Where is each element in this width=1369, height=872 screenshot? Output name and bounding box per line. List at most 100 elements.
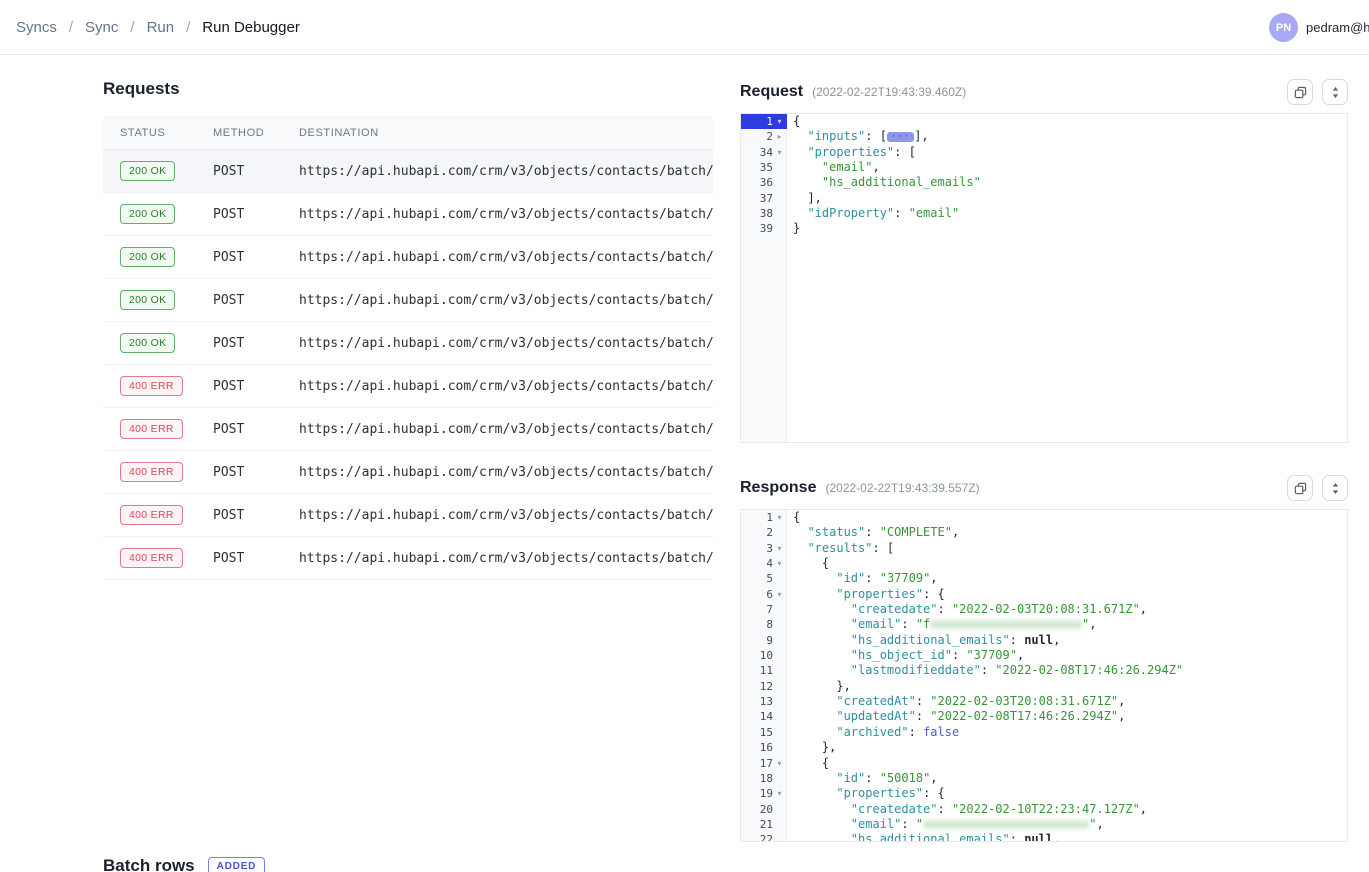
gutter-line-number[interactable]: 18 [741,771,787,786]
destination-cell: https://api.hubapi.com/crm/v3/objects/co… [299,379,713,394]
table-row[interactable]: 200 OKPOSThttps://api.hubapi.com/crm/v3/… [103,322,713,365]
gutter-line-number[interactable]: 10 [741,648,787,663]
gutter-line-number[interactable]: 13 [741,694,787,709]
status-badge: 200 OK [120,247,175,267]
request-expand-button[interactable] [1322,79,1348,105]
code-punct: : [865,525,879,539]
table-row[interactable]: 200 OKPOSThttps://api.hubapi.com/crm/v3/… [103,193,713,236]
code-content: "idProperty": "email" [787,206,1347,221]
destination-cell: https://api.hubapi.com/crm/v3/objects/co… [299,551,713,566]
fold-open-icon[interactable]: ▾ [773,756,786,771]
user-menu[interactable]: PN pedram@hig [1269,13,1369,42]
code-punct: , [930,571,937,585]
gutter-line-number[interactable]: 9 [741,633,787,648]
response-timestamp: (2022-02-22T19:43:39.557Z) [825,481,979,495]
code-punct: , [1140,802,1147,816]
code-punct: : [865,571,879,585]
fold-open-icon[interactable]: ▾ [773,556,786,571]
fold-open-icon[interactable]: ▾ [773,510,786,525]
code-line: 12 }, [741,679,1347,694]
avatar[interactable]: PN [1269,13,1298,42]
gutter-filler [741,237,787,442]
fold-closed-icon[interactable]: ▸ [773,129,786,144]
code-line: 10 "hs_object_id": "37709", [741,648,1347,663]
breadcrumb-sync[interactable]: Sync [85,19,118,36]
code-punct [793,771,836,785]
destination-cell: https://api.hubapi.com/crm/v3/objects/co… [299,422,713,437]
code-punct: ], [914,129,928,143]
gutter-line-number[interactable]: 19▾ [741,786,787,801]
fold-open-icon[interactable]: ▾ [773,114,786,129]
fold-open-icon[interactable]: ▾ [773,587,786,602]
json-string: "2022-02-03T20:08:31.671Z" [952,602,1140,616]
gutter-line-number[interactable]: 34▾ [741,145,787,160]
code-content: "properties": { [787,786,1347,801]
gutter-line-number[interactable]: 39 [741,221,787,236]
gutter-line-number[interactable]: 36 [741,175,787,190]
code-punct [793,175,822,189]
collapsed-content-pill[interactable]: ··· [887,132,914,142]
breadcrumb-separator: / [186,19,190,36]
request-copy-button[interactable] [1287,79,1313,105]
gutter-line-number[interactable]: 38 [741,206,787,221]
expand-icon [1330,86,1341,99]
json-key: "id" [836,571,865,585]
gutter-line-number[interactable]: 3▾ [741,541,787,556]
json-string: "37709" [880,571,931,585]
code-content: { [787,114,1347,129]
gutter-line-number[interactable]: 7 [741,602,787,617]
column-header-method: METHOD [213,127,299,139]
code-punct [793,709,836,723]
code-content: "properties": [ [787,145,1347,160]
table-row[interactable]: 400 ERRPOSThttps://api.hubapi.com/crm/v3… [103,494,713,537]
gutter-line-number[interactable]: 14 [741,709,787,724]
table-row[interactable]: 400 ERRPOSThttps://api.hubapi.com/crm/v3… [103,365,713,408]
gutter-line-number[interactable]: 22 [741,832,787,842]
code-line: 17▾ { [741,756,1347,771]
code-punct: : [901,617,915,631]
table-row[interactable]: 200 OKPOSThttps://api.hubapi.com/crm/v3/… [103,150,713,193]
fold-open-icon[interactable]: ▾ [773,786,786,801]
code-punct [793,206,807,220]
top-bar: Syncs / Sync / Run / Run Debugger PN ped… [0,0,1369,55]
method-cell: POST [213,293,299,308]
status-badge: 400 ERR [120,505,183,525]
gutter-line-number-selected[interactable]: 1▾ [741,114,787,129]
gutter-line-number[interactable]: 21 [741,817,787,832]
gutter-line-number[interactable]: 2 [741,525,787,540]
gutter-line-number[interactable]: 12 [741,679,787,694]
json-string: "email" [822,160,873,174]
response-expand-button[interactable] [1322,475,1348,501]
gutter-line-number[interactable]: 6▾ [741,587,787,602]
gutter-line-number[interactable]: 16 [741,740,787,755]
table-row[interactable]: 200 OKPOSThttps://api.hubapi.com/crm/v3/… [103,279,713,322]
table-row[interactable]: 400 ERRPOSThttps://api.hubapi.com/crm/v3… [103,451,713,494]
gutter-line-number[interactable]: 2▸ [741,129,787,144]
gutter-line-number[interactable]: 11 [741,663,787,678]
fold-open-icon[interactable]: ▾ [773,541,786,556]
json-key: "results" [807,541,872,555]
breadcrumb-syncs[interactable]: Syncs [16,19,57,36]
code-punct [793,525,807,539]
breadcrumb-run[interactable]: Run [147,19,175,36]
gutter-line-number[interactable]: 17▾ [741,756,787,771]
response-copy-button[interactable] [1287,475,1313,501]
gutter-line-number[interactable]: 20 [741,802,787,817]
request-panel-title: Request [740,83,803,101]
code-content: "hs_additional_emails" [787,175,1347,190]
table-row[interactable]: 400 ERRPOSThttps://api.hubapi.com/crm/v3… [103,537,713,580]
gutter-line-number[interactable]: 15 [741,725,787,740]
table-row[interactable]: 200 OKPOSThttps://api.hubapi.com/crm/v3/… [103,236,713,279]
gutter-line-number[interactable]: 8 [741,617,787,632]
code-punct: , [1118,694,1125,708]
gutter-line-number[interactable]: 5 [741,571,787,586]
status-badge: 200 OK [120,290,175,310]
gutter-line-number[interactable]: 1▾ [741,510,787,525]
gutter-line-number[interactable]: 4▾ [741,556,787,571]
table-row[interactable]: 400 ERRPOSThttps://api.hubapi.com/crm/v3… [103,408,713,451]
column-header-status: STATUS [103,127,213,139]
fold-open-icon[interactable]: ▾ [773,145,786,160]
gutter-line-number[interactable]: 37 [741,191,787,206]
code-filler [741,237,1347,442]
gutter-line-number[interactable]: 35 [741,160,787,175]
